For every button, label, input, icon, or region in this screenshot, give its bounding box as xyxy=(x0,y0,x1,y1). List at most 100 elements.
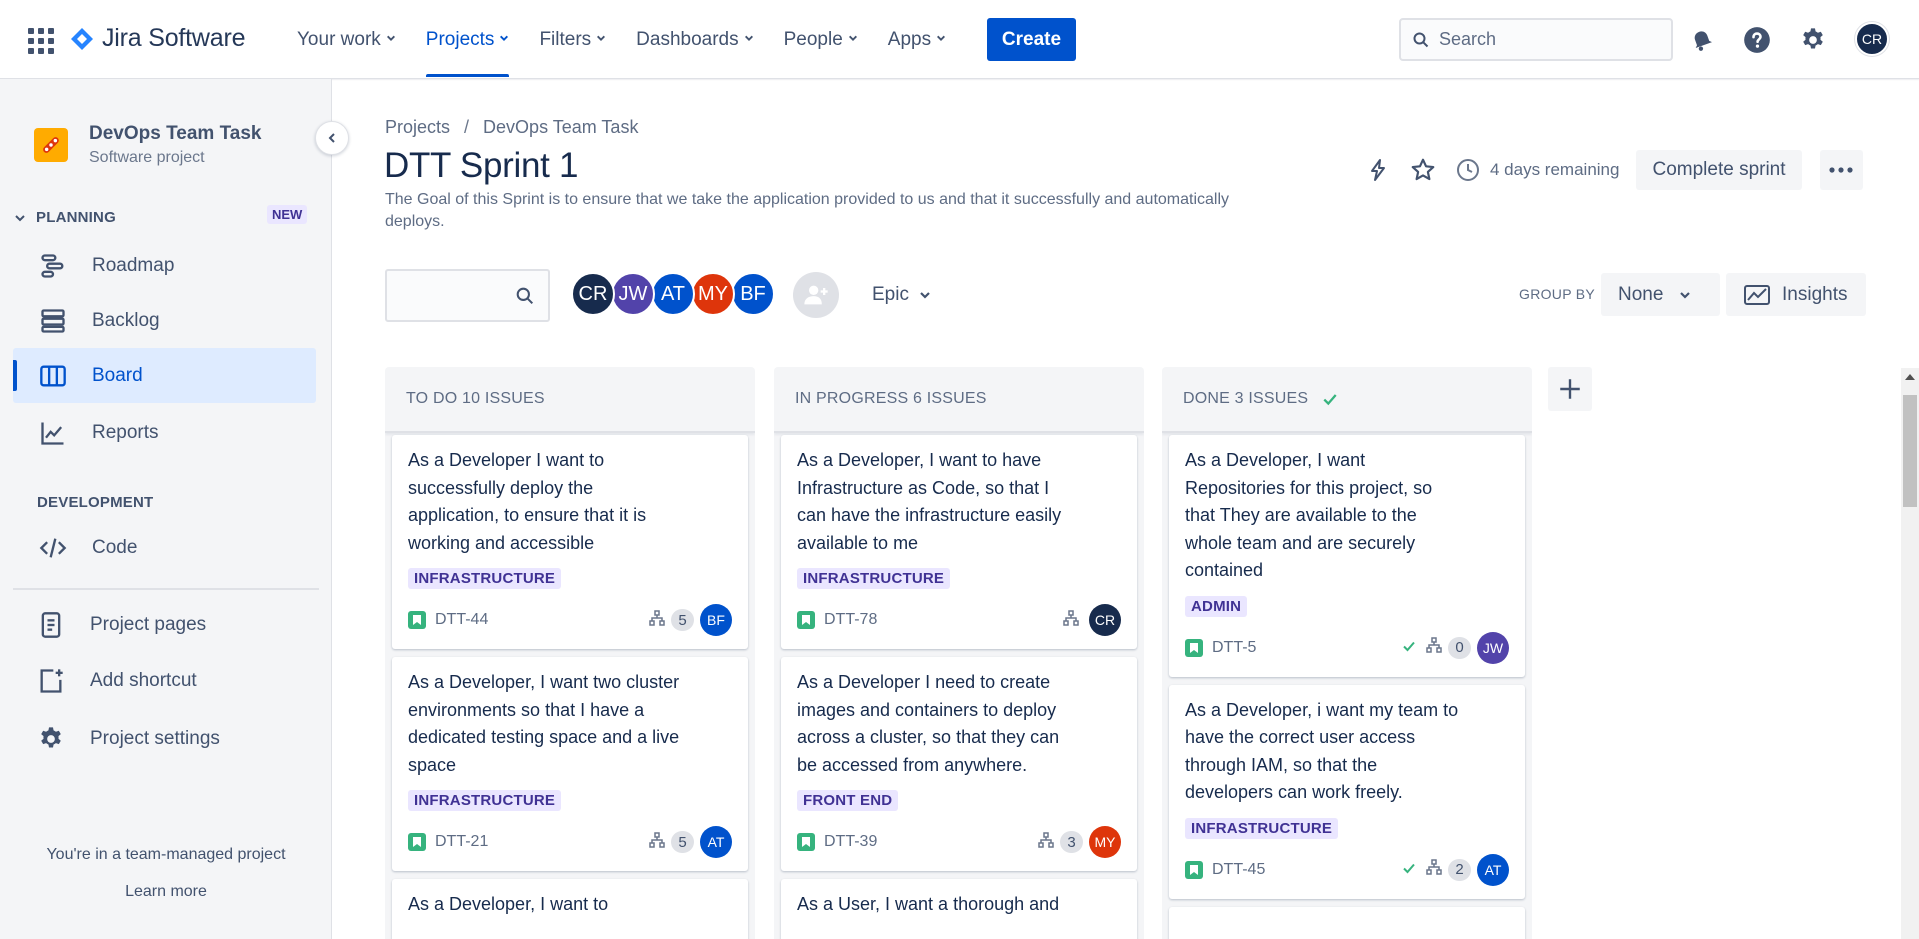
group-by-dropdown[interactable]: None xyxy=(1601,273,1720,316)
add-person-icon xyxy=(804,285,828,305)
search-input[interactable] xyxy=(1439,29,1639,50)
epic-label-badge: ADMIN xyxy=(1185,595,1248,617)
sidebar-item-backlog[interactable]: Backlog xyxy=(13,293,316,348)
board-search-input[interactable] xyxy=(385,269,550,322)
nav-dashboards[interactable]: Dashboards xyxy=(636,0,753,79)
global-search[interactable] xyxy=(1399,18,1673,61)
automation-lightning-icon[interactable] xyxy=(1362,154,1394,186)
issue-card[interactable]: As a User, I want a thorough and xyxy=(781,879,1137,939)
issue-key[interactable]: DTT-39 xyxy=(824,833,877,851)
app-switcher-icon[interactable] xyxy=(28,28,54,54)
issue-key[interactable]: DTT-44 xyxy=(435,611,488,629)
issue-summary: As a Developer I want to successfully de… xyxy=(408,450,647,553)
learn-more-link[interactable]: Learn more xyxy=(0,883,332,901)
nav-projects[interactable]: Projects xyxy=(425,0,510,79)
issue-summary: As a Developer, I want to have Infrastru… xyxy=(797,450,1062,553)
issue-card[interactable]: As a Developer, i want my team to have t… xyxy=(1169,684,1525,899)
issue-key[interactable]: DTT-78 xyxy=(824,611,877,629)
epic-label-badge: INFRASTRUCTURE xyxy=(408,568,562,589)
clock-icon xyxy=(1452,154,1484,186)
breadcrumb-separator: / xyxy=(464,117,470,137)
story-icon xyxy=(1185,860,1203,879)
add-column-button[interactable] xyxy=(1548,367,1592,411)
help-icon[interactable] xyxy=(1741,24,1773,56)
create-button[interactable]: Create xyxy=(987,18,1076,61)
assignee-filter-avatar[interactable]: CR xyxy=(571,272,615,316)
nav-item-label: People xyxy=(783,28,843,50)
assignee-filter-avatar[interactable]: MY xyxy=(691,272,735,316)
sidebar-item-project-settings[interactable]: Project settings xyxy=(13,711,316,766)
plus-icon xyxy=(1560,379,1580,399)
chevron-down-icon xyxy=(920,292,930,299)
sidebar-item-project-pages[interactable]: Project pages xyxy=(13,597,316,652)
backlog-icon xyxy=(38,306,68,336)
issue-key[interactable]: DTT-45 xyxy=(1212,861,1265,879)
nav-filters[interactable]: Filters xyxy=(539,0,606,79)
issue-card[interactable]: As a Developer I want to successfully de… xyxy=(392,435,748,649)
nav-people[interactable]: People xyxy=(784,0,858,79)
sidebar-item-add-shortcut[interactable]: Add shortcut xyxy=(13,653,316,708)
nav-item-label: Dashboards xyxy=(636,28,739,50)
more-horizontal-icon xyxy=(1829,167,1853,173)
notifications-icon[interactable] xyxy=(1686,24,1718,56)
group-by-value: None xyxy=(1618,283,1664,305)
issue-card[interactable]: As a Developer, I want two cluster envir… xyxy=(392,657,748,871)
nav-apps[interactable]: Apps xyxy=(888,0,946,79)
board-icon xyxy=(38,361,68,391)
assignee-filter-avatar[interactable]: AT xyxy=(651,272,695,316)
epic-label-badge: INFRASTRUCTURE xyxy=(797,568,951,589)
user-avatar[interactable]: CR xyxy=(1855,22,1889,56)
star-icon[interactable] xyxy=(1407,154,1439,186)
sidebar-item-roadmap[interactable]: Roadmap xyxy=(13,238,316,293)
epic-filter-dropdown[interactable]: Epic xyxy=(872,278,931,312)
issue-card[interactable]: As a Developer, I want Repositories for … xyxy=(1169,435,1525,677)
resolved-check-icon xyxy=(1402,860,1416,880)
done-check-icon xyxy=(1323,394,1337,406)
breadcrumb-projects[interactable]: Projects xyxy=(385,117,450,138)
collapse-sidebar-button[interactable] xyxy=(315,121,349,155)
insights-button[interactable]: Insights xyxy=(1726,273,1866,316)
chevron-down-icon xyxy=(848,35,857,41)
sidebar-item-board[interactable]: Board xyxy=(13,348,316,403)
sidebar-item-label: Backlog xyxy=(92,309,160,331)
group-by-label: GROUP BY xyxy=(1519,286,1596,302)
issue-key[interactable]: DTT-21 xyxy=(435,833,488,851)
more-actions-button[interactable] xyxy=(1819,150,1863,190)
chevron-down-icon xyxy=(937,35,946,41)
breadcrumb-project[interactable]: DevOps Team Task xyxy=(483,117,638,138)
assignee-avatar[interactable]: BF xyxy=(700,604,732,636)
complete-sprint-button[interactable]: Complete sprint xyxy=(1636,150,1802,190)
card-footer-meta: 5 AT xyxy=(649,825,732,859)
issue-card[interactable]: As a Developer, I want to have Infrastru… xyxy=(781,435,1137,649)
child-issues-icon xyxy=(649,831,665,853)
assignee-filter-avatar[interactable]: BF xyxy=(731,272,775,316)
planning-section-toggle[interactable]: PLANNING xyxy=(14,209,116,226)
issue-card[interactable]: As a Developer I need to create images a… xyxy=(781,657,1137,871)
epic-label-badge: FRONT END xyxy=(797,790,899,811)
project-header[interactable]: DevOps Team Task Software project xyxy=(34,123,261,167)
add-people-button[interactable] xyxy=(793,272,839,318)
issue-card[interactable]: As a Developer, I want to xyxy=(392,879,748,939)
issue-card[interactable] xyxy=(1169,906,1525,939)
story-icon xyxy=(408,611,426,629)
assignee-filter-avatar[interactable]: JW xyxy=(611,272,655,316)
sidebar-item-code[interactable]: Code xyxy=(13,520,316,575)
assignee-avatar[interactable]: AT xyxy=(1477,853,1509,886)
assignee-avatar[interactable]: JW xyxy=(1477,631,1509,664)
nav-your-work[interactable]: Your work xyxy=(297,0,396,79)
sidebar-item-reports[interactable]: Reports xyxy=(13,405,316,460)
sidebar-item-label: Project settings xyxy=(90,727,220,749)
top-navigation: Jira Software Your work Projects Filters Da… xyxy=(0,0,1919,79)
assignee-avatar[interactable]: CR xyxy=(1089,604,1121,636)
child-issues-icon xyxy=(1038,831,1054,853)
nav-item-label: Apps xyxy=(887,28,932,50)
board-column: TO DO 10 ISSUES As a Developer I want to … xyxy=(385,367,755,939)
breadcrumb: Projects / DevOps Team Task xyxy=(385,117,638,138)
jira-logo[interactable]: Jira Software xyxy=(70,24,245,53)
issue-key[interactable]: DTT-5 xyxy=(1212,639,1256,657)
assignee-avatar[interactable]: AT xyxy=(700,826,732,858)
settings-gear-icon[interactable] xyxy=(1797,24,1829,56)
assignee-avatar[interactable]: MY xyxy=(1089,826,1121,858)
scroll-up-arrow-icon[interactable] xyxy=(1905,374,1915,380)
scrollbar-thumb[interactable] xyxy=(1903,395,1917,507)
